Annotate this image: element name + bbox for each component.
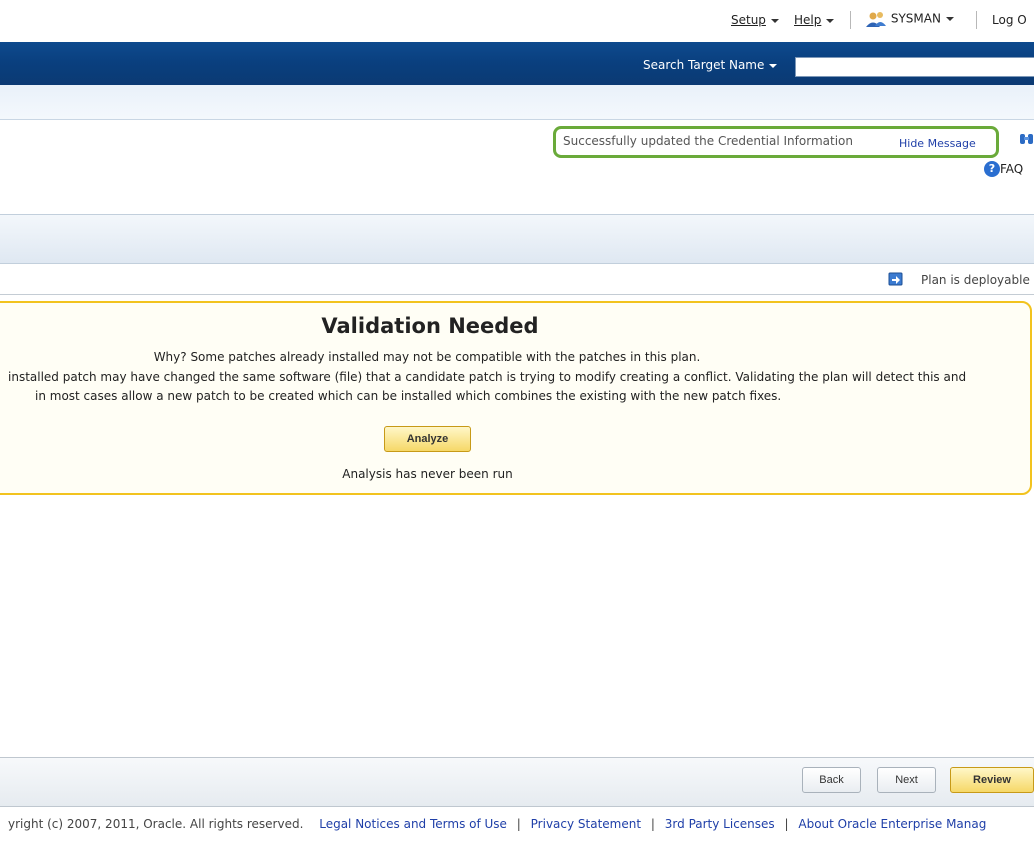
chevron-down-icon <box>769 63 778 68</box>
validation-reason: Why? Some patches already installed may … <box>153 350 701 364</box>
user-menu-label: SYSMAN <box>890 11 941 26</box>
search-input[interactable] <box>795 57 1034 77</box>
sub-header-band <box>0 85 1034 120</box>
setup-menu[interactable]: Setup <box>731 13 779 27</box>
chevron-down-icon <box>826 18 835 23</box>
about-oracle-em-link[interactable]: About Oracle Enterprise Manag <box>798 817 986 831</box>
confirmation-text: Successfully updated the Credential Info… <box>563 134 853 148</box>
analyze-button[interactable]: Analyze <box>384 426 471 452</box>
binoculars-icon[interactable] <box>1019 131 1034 150</box>
user-menu[interactable]: SYSMAN <box>865 11 954 27</box>
footer: yright (c) 2007, 2011, Oracle. All right… <box>8 817 987 831</box>
help-menu-label: Help <box>794 13 822 27</box>
validation-detail-1: installed patch may have changed the sam… <box>8 370 967 384</box>
divider <box>0 294 1034 295</box>
help-menu[interactable]: Help <box>794 13 835 27</box>
legal-notices-link[interactable]: Legal Notices and Terms of Use <box>319 817 507 831</box>
validation-detail-2: in most cases allow a new patch to be cr… <box>35 389 782 403</box>
search-target-selector[interactable]: Search Target Name <box>643 58 778 72</box>
chevron-down-icon <box>945 17 954 21</box>
chevron-down-icon <box>770 18 779 23</box>
validation-title: Validation Needed <box>321 314 539 338</box>
plan-status-icon <box>888 271 904 290</box>
third-party-licenses-link[interactable]: 3rd Party Licenses <box>665 817 775 831</box>
privacy-statement-link[interactable]: Privacy Statement <box>531 817 641 831</box>
next-button[interactable]: Next <box>877 767 936 793</box>
divider <box>850 11 851 29</box>
setup-menu-label: Setup <box>731 13 766 27</box>
logout-link[interactable]: Log O <box>992 13 1027 27</box>
section-band <box>0 214 1034 264</box>
search-target-label: Search Target Name <box>643 58 765 72</box>
faq-link[interactable]: ? FAQ <box>984 161 1023 177</box>
faq-label: FAQ <box>1000 162 1024 176</box>
divider <box>976 11 977 29</box>
back-button[interactable]: Back <box>802 767 861 793</box>
copyright-text: yright (c) 2007, 2011, Oracle. All right… <box>8 817 304 831</box>
analysis-status: Analysis has never been run <box>342 467 513 481</box>
user-icon <box>866 12 886 27</box>
help-icon: ? <box>984 161 1000 177</box>
plan-status-text: Plan is deployable <box>921 273 1030 287</box>
hide-message-link[interactable]: Hide Message <box>899 137 976 150</box>
review-button[interactable]: Review <box>950 767 1034 793</box>
